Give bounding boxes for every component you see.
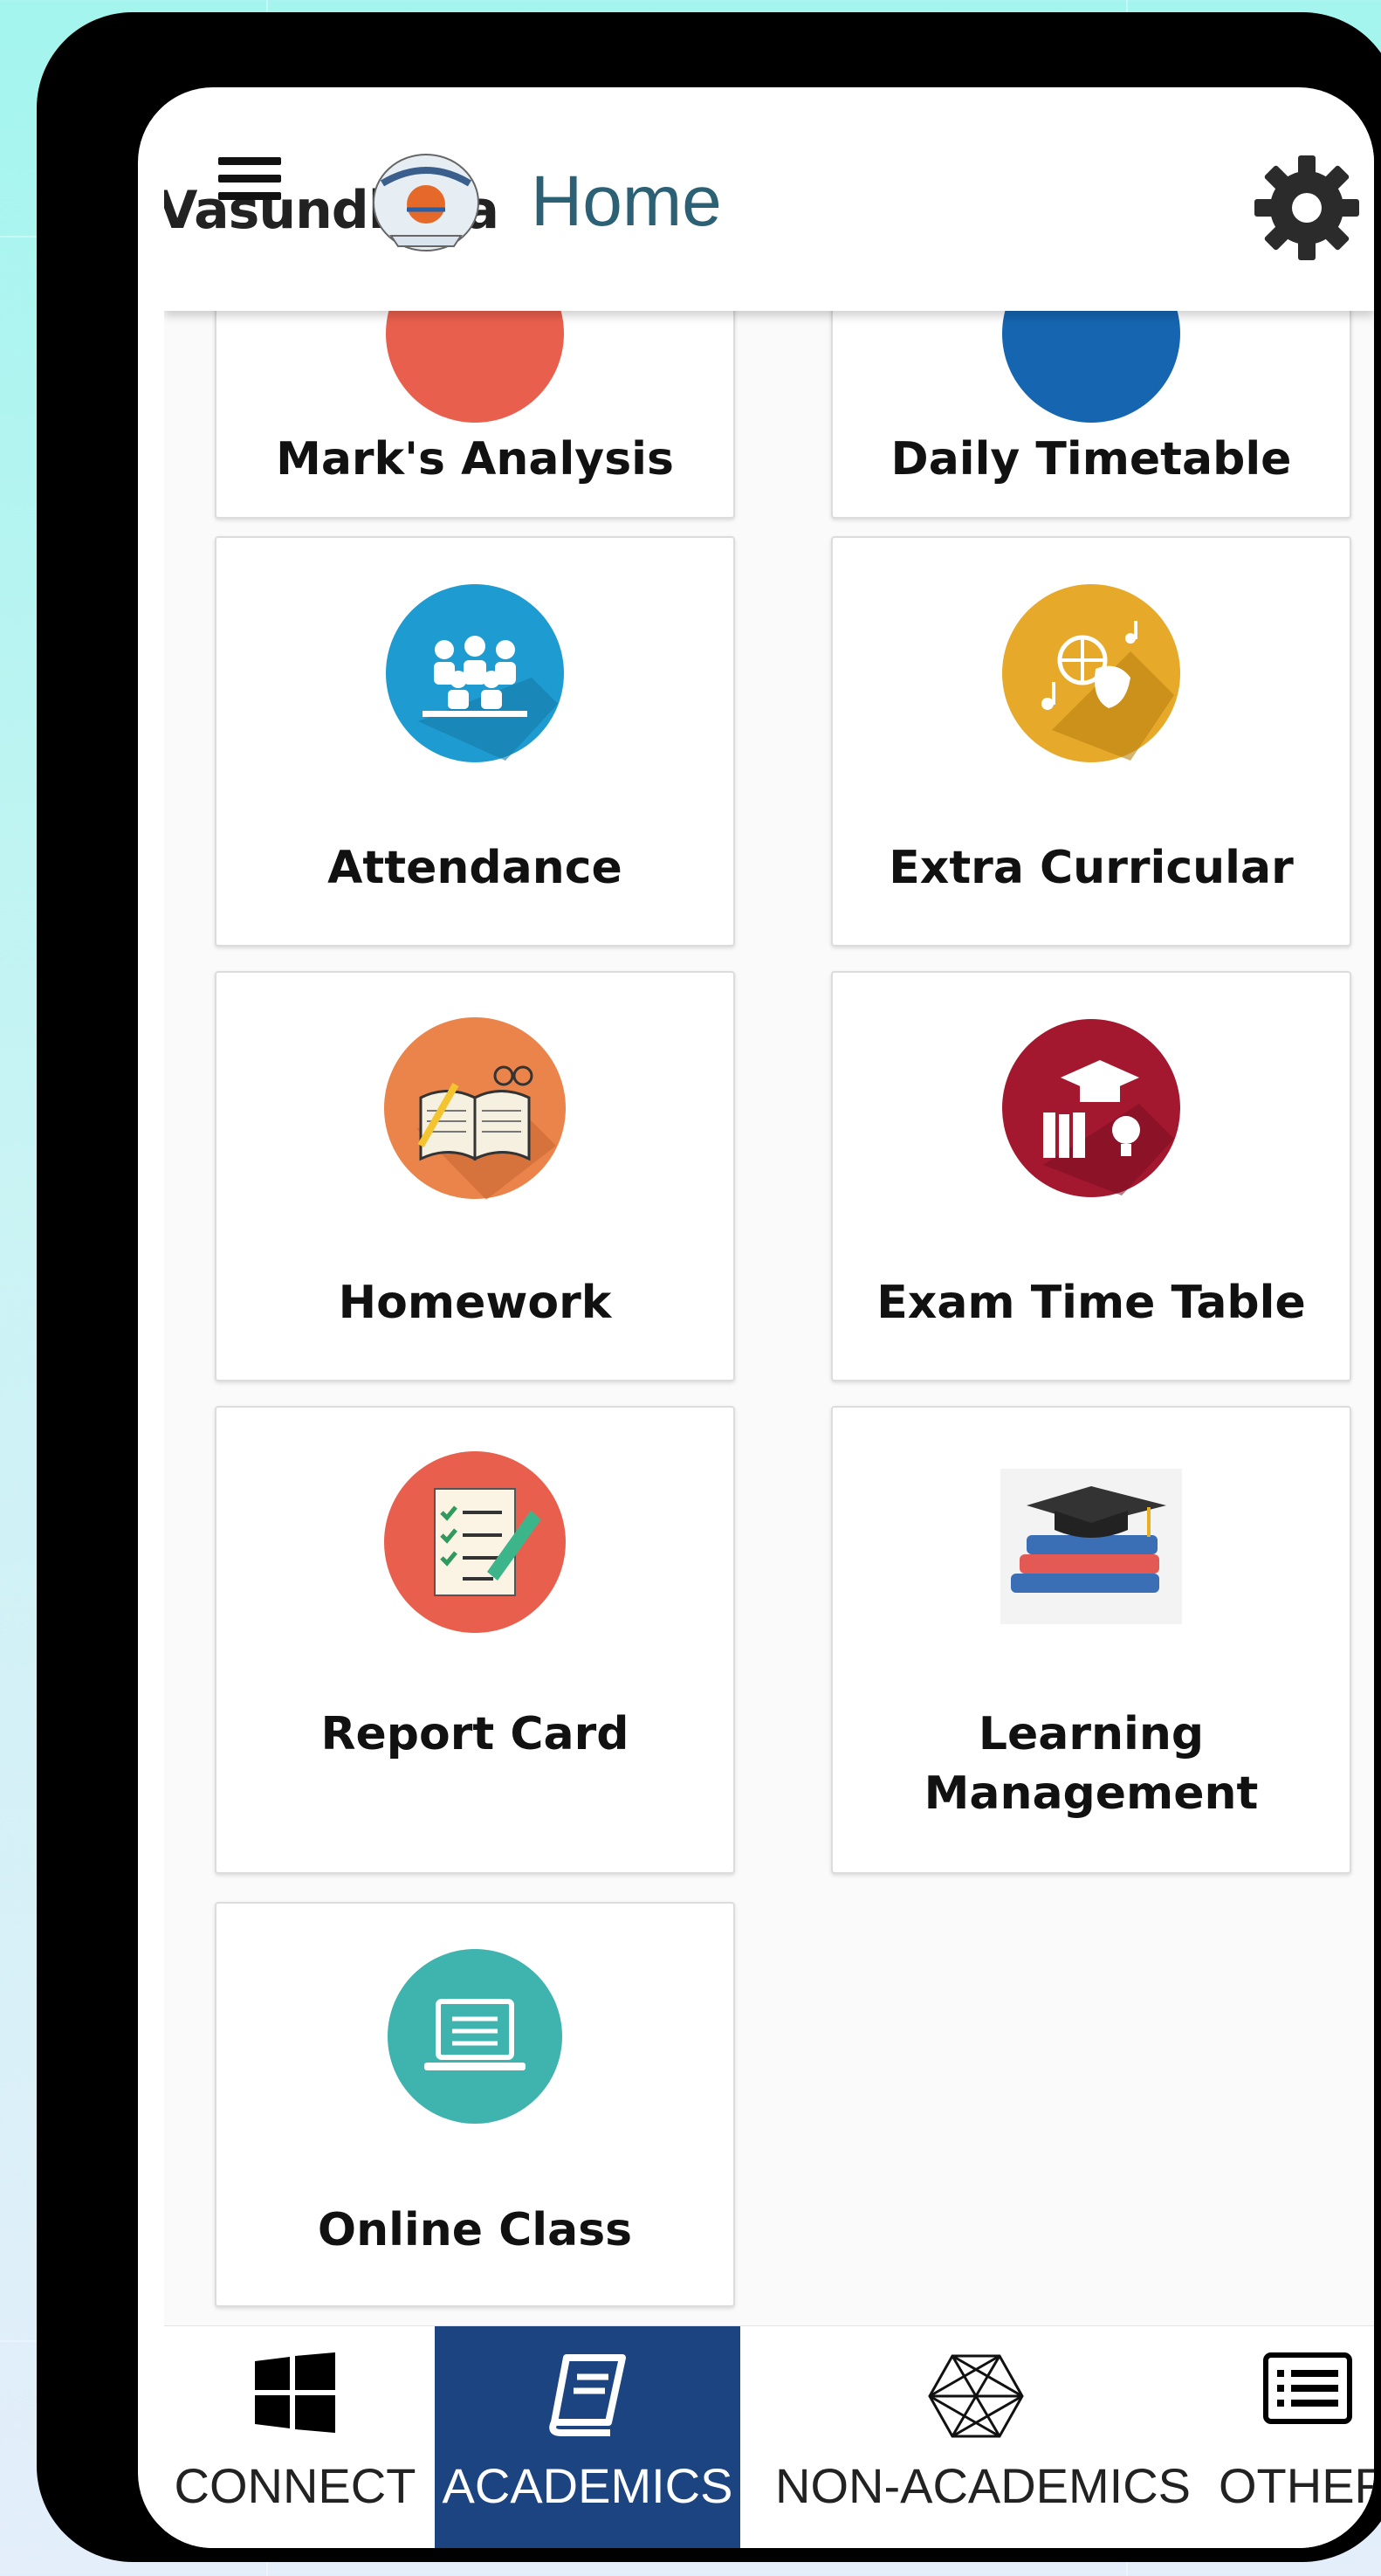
windows-icon (255, 2352, 335, 2433)
nav-label: CONNECT (174, 2458, 416, 2513)
phone-frame: Mark's Analysis Daily Timetable Attendan… (37, 12, 1381, 2562)
phone-screen: Mark's Analysis Daily Timetable Attendan… (133, 82, 1379, 2553)
homework-icon (384, 1017, 566, 1200)
gear-icon[interactable] (1251, 152, 1363, 264)
report-card-icon (384, 1451, 566, 1633)
nav-label: NON-ACADEMICS (775, 2458, 1192, 2513)
tile-label: Mark's Analysis (276, 433, 674, 486)
tile-exam-time-table[interactable]: Exam Time Table (831, 971, 1351, 1381)
tile-label: Attendance (327, 842, 622, 894)
tile-online-class[interactable]: Online Class (215, 1902, 735, 2307)
nav-academics[interactable]: ACADEMICS (435, 2326, 740, 2548)
exam-time-table-icon (1002, 1019, 1180, 1197)
mesh-icon (928, 2354, 1024, 2438)
tile-report-card[interactable]: Report Card (215, 1406, 735, 1874)
tile-label: Homework (338, 1277, 612, 1329)
attendance-icon (386, 584, 564, 762)
nav-connect[interactable]: CONNECT (164, 2326, 426, 2548)
nav-label: OTHER (1219, 2458, 1374, 2513)
app-header: Vasundhara Home (164, 105, 1374, 311)
tile-extra-curricular[interactable]: Extra Curricular (831, 536, 1351, 947)
tile-label: Daily Timetable (890, 433, 1292, 486)
tile-label: Online Class (317, 2204, 633, 2256)
nav-non-academics[interactable]: NON-ACADEMICS (775, 2326, 1192, 2548)
online-class-icon (388, 1949, 562, 2124)
tile-label: Report Card (320, 1708, 629, 1760)
page-title: Home (531, 162, 722, 241)
tile-label-line2: Management (924, 1767, 1259, 1820)
learning-management-icon (1000, 1469, 1182, 1624)
app-screen: Mark's Analysis Daily Timetable Attendan… (164, 105, 1374, 2548)
school-logo-icon (373, 154, 479, 251)
list-icon (1263, 2352, 1352, 2424)
nav-label: ACADEMICS (442, 2458, 733, 2513)
hamburger-menu-icon[interactable] (218, 157, 281, 203)
tile-label-line1: Learning (978, 1708, 1205, 1760)
extra-curricular-icon (1002, 584, 1180, 762)
tile-label: Exam Time Table (876, 1277, 1306, 1329)
tile-learning-management[interactable]: Learning Management (831, 1406, 1351, 1874)
book-icon (549, 2354, 626, 2436)
tile-label: Extra Curricular (889, 842, 1294, 894)
bottom-navigation: CONNECT ACADEMICS NON-ACADEMICS OTHER (164, 2325, 1374, 2548)
academics-grid: Mark's Analysis Daily Timetable Attendan… (164, 105, 1374, 2548)
nav-other[interactable]: OTHER (1203, 2326, 1374, 2548)
tile-homework[interactable]: Homework (215, 971, 735, 1381)
tile-attendance[interactable]: Attendance (215, 536, 735, 947)
